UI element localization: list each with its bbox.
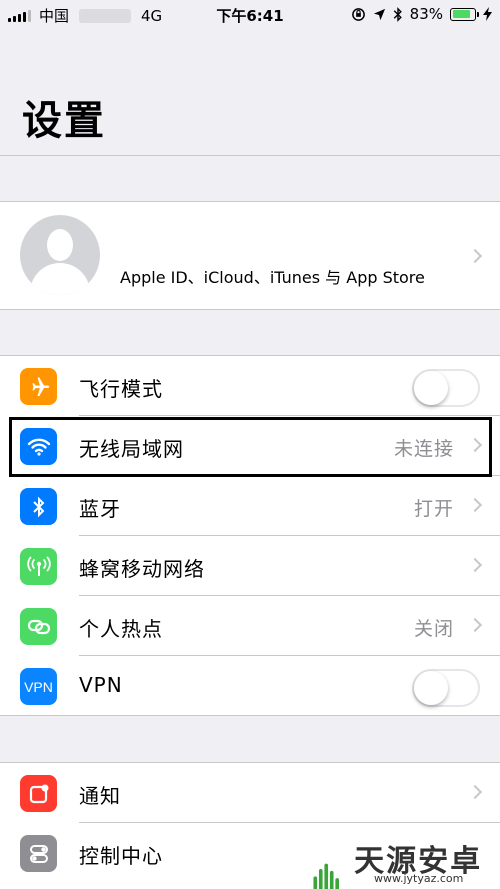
row-value: 关闭 [413,618,454,640]
status-bar: 中国 4G 下午6:41 83% [0,0,500,28]
watermark-logo-icon [313,863,340,889]
settings-row-cellular[interactable]: 蜂窝移动网络 [0,536,500,596]
settings-row-bluetooth[interactable]: 蓝牙 打开 [0,476,500,536]
wifi-row-highlight [9,417,492,477]
settings-row-vpn[interactable]: VPN VPN [0,656,500,716]
battery-percent: 83% [409,5,443,23]
apple-id-profile-row[interactable]: Apple ID、iCloud、iTunes 与 App Store [0,201,500,310]
battery-level [452,10,470,18]
chevron-right-icon [467,617,483,633]
settings-row-airplane-mode[interactable]: 飞行模式 [0,356,500,416]
row-label: 蜂窝移动网络 [79,557,205,581]
bluetooth-status-icon [393,6,402,22]
vpn-toggle[interactable] [412,669,480,707]
settings-row-personal-hotspot[interactable]: 个人热点 关闭 [0,596,500,656]
title-divider [0,155,500,156]
status-right: 83% [351,5,492,23]
chevron-right-icon [467,557,483,573]
row-label: VPN [79,673,123,697]
orientation-lock-icon [351,7,365,21]
airplane-mode-toggle[interactable] [412,369,480,407]
control-center-icon [20,835,57,872]
row-value: 打开 [413,498,454,520]
antenna-icon [20,548,57,585]
page-title: 设置 [22,98,106,144]
row-label: 控制中心 [79,844,163,868]
bluetooth-icon [20,488,57,525]
charging-bolt-icon [483,7,492,21]
airplane-icon [20,368,57,405]
chevron-right-icon [467,497,483,513]
hotspot-icon [20,608,57,645]
avatar [20,215,100,295]
battery-icon [450,7,479,21]
row-label: 蓝牙 [79,497,121,521]
settings-row-notifications[interactable]: 通知 [0,763,500,823]
row-label: 通知 [79,784,121,808]
location-arrow-icon [373,8,385,20]
chevron-right-icon [467,784,483,800]
notifications-icon [20,775,57,812]
row-label: 飞行模式 [79,377,163,401]
row-label: 个人热点 [79,617,163,641]
watermark-url: www.jytyaz.com [374,872,464,885]
profile-subtitle: Apple ID、iCloud、iTunes 与 App Store [120,268,425,287]
vpn-icon: VPN [20,668,57,705]
chevron-right-icon [467,248,483,264]
settings-group-connectivity: 飞行模式 无线局域网 未连接 蓝牙 打开 蜂窝移动网络 个人热点 关闭 VPN … [0,355,500,716]
